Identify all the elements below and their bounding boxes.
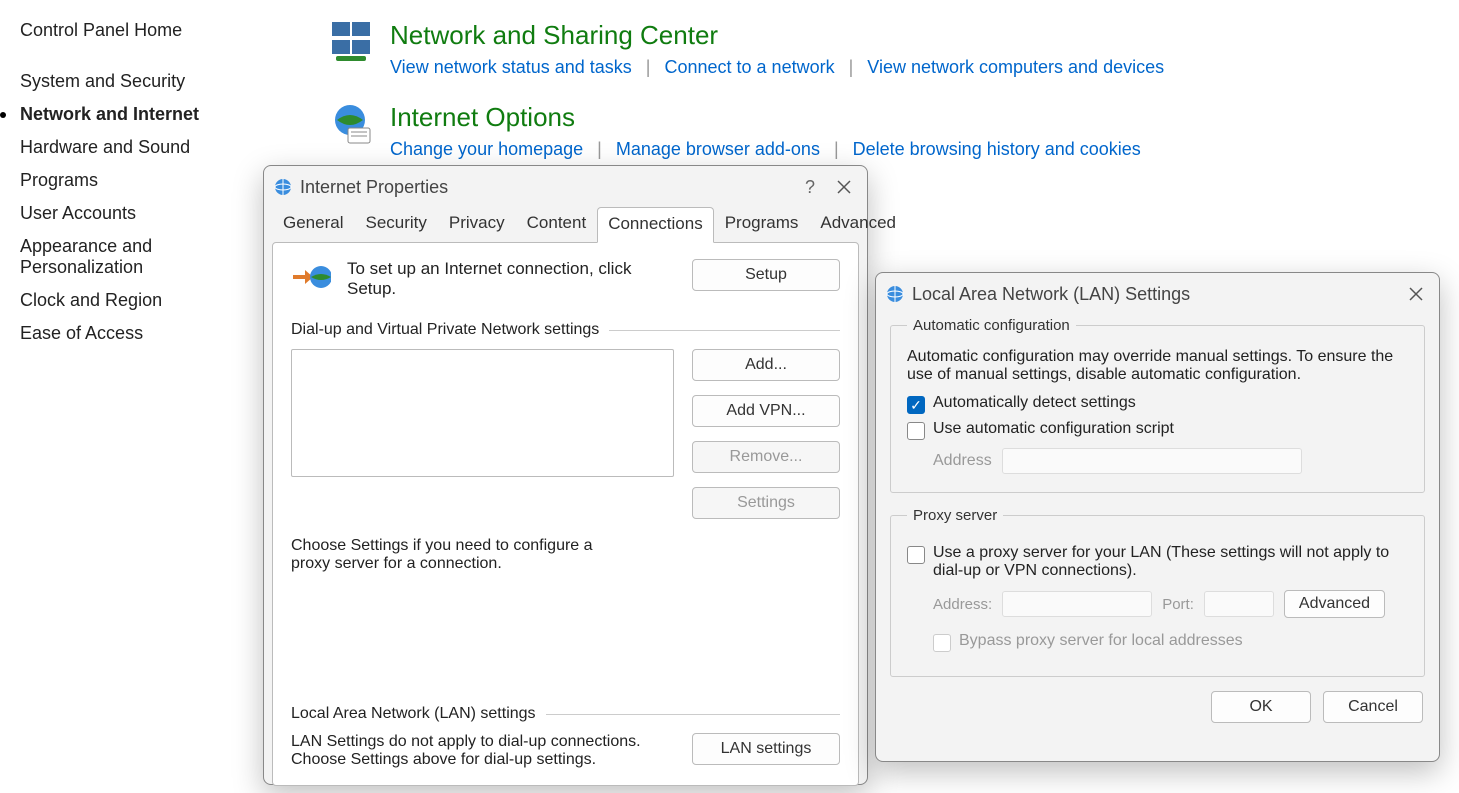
sidebar-item-label: Control Panel Home — [20, 20, 182, 41]
check-label: Automatically detect settings — [933, 394, 1136, 412]
sidebar-item-label: Ease of Access — [20, 323, 143, 344]
tab-page-connections: To set up an Internet connection, click … — [272, 242, 859, 786]
remove-button: Remove... — [692, 441, 840, 473]
connection-setup-icon — [291, 259, 331, 295]
tab-programs[interactable]: Programs — [714, 206, 810, 242]
sidebar-item-control-panel-home[interactable]: Control Panel Home — [20, 20, 280, 41]
link-delete-browsing-history[interactable]: Delete browsing history and cookies — [853, 139, 1141, 160]
sidebar-item-network-internet[interactable]: Network and Internet — [20, 104, 280, 125]
auto-config-desc: Automatic configuration may override man… — [907, 348, 1408, 384]
dialog-internet-properties: Internet Properties ? General Security P… — [263, 165, 868, 785]
tab-strip: General Security Privacy Content Connect… — [264, 206, 867, 242]
cat-internet-options: Internet Options Change your homepage| M… — [330, 102, 1439, 160]
advanced-button[interactable]: Advanced — [1284, 590, 1385, 618]
dialup-listbox[interactable] — [291, 349, 674, 477]
tab-privacy[interactable]: Privacy — [438, 206, 516, 242]
sidebar-item-user-accounts[interactable]: User Accounts — [20, 203, 280, 224]
dialog-title: Internet Properties — [300, 177, 789, 198]
setup-text: To set up an Internet connection, click … — [347, 259, 676, 299]
cat-title[interactable]: Internet Options — [390, 102, 1439, 133]
proxy-address-label: Address: — [933, 596, 992, 613]
titlebar[interactable]: Local Area Network (LAN) Settings — [876, 273, 1439, 313]
check-bypass-local: Bypass proxy server for local addresses — [907, 632, 1408, 652]
dialog-lan-settings: Local Area Network (LAN) Settings Automa… — [875, 272, 1440, 762]
check-use-proxy[interactable]: Use a proxy server for your LAN (These s… — [907, 544, 1408, 580]
proxy-legend: Proxy server — [907, 507, 1003, 524]
add-button[interactable]: Add... — [692, 349, 840, 381]
sidebar-item-clock-region[interactable]: Clock and Region — [20, 290, 280, 311]
checkbox-icon — [907, 422, 925, 440]
globe-icon — [274, 178, 292, 196]
sidebar-item-programs[interactable]: Programs — [20, 170, 280, 191]
check-label: Bypass proxy server for local addresses — [959, 632, 1243, 650]
sidebar-item-appearance-personalization[interactable]: Appearance and Personalization — [20, 236, 220, 278]
check-auto-detect[interactable]: ✓ Automatically detect settings — [907, 394, 1408, 414]
fieldset-automatic-config: Automatic configuration Automatic config… — [890, 317, 1425, 493]
sidebar-item-label: Programs — [20, 170, 98, 191]
help-button[interactable]: ? — [789, 177, 831, 198]
tab-connections[interactable]: Connections — [597, 207, 714, 243]
close-icon — [837, 180, 851, 194]
close-button[interactable] — [1403, 281, 1429, 307]
choose-settings-text: Choose Settings if you need to configure… — [291, 537, 631, 573]
auto-config-legend: Automatic configuration — [907, 317, 1076, 334]
sidebar-item-label: System and Security — [20, 71, 185, 92]
link-change-homepage[interactable]: Change your homepage — [390, 139, 583, 160]
close-button[interactable] — [831, 174, 857, 200]
sidebar-item-label: Clock and Region — [20, 290, 162, 311]
checkbox-icon — [907, 546, 925, 564]
fieldset-proxy-server: Proxy server Use a proxy server for your… — [890, 507, 1425, 677]
cat-title[interactable]: Network and Sharing Center — [390, 20, 1439, 51]
settings-button: Settings — [692, 487, 840, 519]
main-content: Network and Sharing Center View network … — [330, 20, 1439, 184]
proxy-port-input — [1204, 591, 1274, 617]
titlebar[interactable]: Internet Properties ? — [264, 166, 867, 206]
fieldset-lan-legend: Local Area Network (LAN) settings — [291, 705, 536, 723]
bullet-icon — [0, 112, 6, 118]
close-icon — [1409, 287, 1423, 301]
network-center-icon — [330, 20, 374, 64]
link-view-computers-devices[interactable]: View network computers and devices — [867, 57, 1164, 78]
checkbox-icon — [933, 634, 951, 652]
tab-general[interactable]: General — [272, 206, 354, 242]
lan-settings-text: LAN Settings do not apply to dial-up con… — [291, 733, 674, 769]
proxy-address-input — [1002, 591, 1152, 617]
check-use-script[interactable]: Use automatic configuration script — [907, 420, 1408, 440]
cat-network-sharing-center: Network and Sharing Center View network … — [330, 20, 1439, 78]
internet-options-icon — [330, 102, 374, 146]
address-label: Address — [933, 452, 992, 470]
sidebar-item-system-security[interactable]: System and Security — [20, 71, 280, 92]
tab-advanced[interactable]: Advanced — [809, 206, 907, 242]
link-manage-addons[interactable]: Manage browser add-ons — [616, 139, 820, 160]
sidebar: Control Panel Home System and Security N… — [20, 20, 280, 356]
sidebar-item-label: Hardware and Sound — [20, 137, 190, 158]
tab-content[interactable]: Content — [516, 206, 598, 242]
sidebar-item-ease-of-access[interactable]: Ease of Access — [20, 323, 280, 344]
add-vpn-button[interactable]: Add VPN... — [692, 395, 840, 427]
check-label: Use a proxy server for your LAN (These s… — [933, 544, 1408, 580]
dialog-title: Local Area Network (LAN) Settings — [912, 284, 1403, 305]
tab-security[interactable]: Security — [354, 206, 437, 242]
sidebar-item-label: User Accounts — [20, 203, 136, 224]
sidebar-item-hardware-sound[interactable]: Hardware and Sound — [20, 137, 280, 158]
setup-button[interactable]: Setup — [692, 259, 840, 291]
link-view-network-status[interactable]: View network status and tasks — [390, 57, 632, 78]
check-label: Use automatic configuration script — [933, 420, 1174, 438]
cancel-button[interactable]: Cancel — [1323, 691, 1423, 723]
globe-icon — [886, 285, 904, 303]
proxy-port-label: Port: — [1162, 596, 1194, 613]
lan-settings-button[interactable]: LAN settings — [692, 733, 840, 765]
script-address-input — [1002, 448, 1302, 474]
sidebar-item-label: Appearance and Personalization — [20, 236, 220, 278]
link-connect-network[interactable]: Connect to a network — [664, 57, 834, 78]
sidebar-item-label: Network and Internet — [20, 104, 199, 125]
checkbox-icon: ✓ — [907, 396, 925, 414]
fieldset-dialup-legend: Dial-up and Virtual Private Network sett… — [291, 321, 599, 339]
ok-button[interactable]: OK — [1211, 691, 1311, 723]
